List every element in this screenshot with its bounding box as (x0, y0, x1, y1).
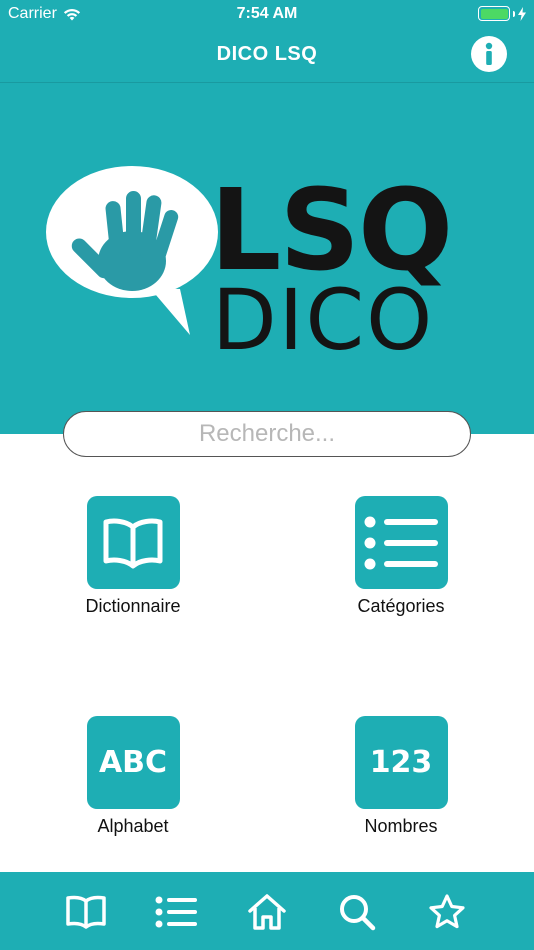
dictionary-tile-icon[interactable] (86, 496, 180, 589)
book-icon (103, 518, 163, 568)
tab-bar (0, 872, 534, 950)
list-icon (364, 516, 438, 569)
navigation-bar: DICO LSQ (0, 28, 534, 83)
book-icon (66, 895, 106, 929)
logo-subtitle: DICO (212, 271, 434, 369)
home-icon (248, 894, 286, 930)
lsq-dico-logo: LSQ DICO (46, 166, 453, 369)
numbers-label: Nombres (364, 816, 438, 836)
star-icon (429, 894, 465, 929)
search-bar (63, 411, 471, 457)
page-title: DICO LSQ (216, 43, 318, 65)
numbers-tile[interactable]: 123 Nombres (321, 716, 481, 837)
tab-search[interactable] (335, 890, 379, 934)
battery-icon (478, 6, 510, 21)
dictionary-tile[interactable]: Dictionnaire (53, 496, 213, 617)
alphabet-tile-icon[interactable]: ABC (86, 716, 180, 809)
numbers-tile-icon[interactable]: 123 (354, 716, 448, 809)
categories-tile[interactable]: Catégories (321, 496, 481, 617)
categories-label: Catégories (357, 596, 445, 616)
charging-icon (518, 6, 526, 21)
hero-banner: LSQ DICO (0, 83, 534, 434)
battery-indicator (478, 6, 526, 21)
categories-tile-icon[interactable] (354, 496, 448, 589)
tab-dictionary[interactable] (64, 890, 108, 934)
numbers-icon: 123 (369, 745, 433, 780)
tab-categories[interactable] (154, 890, 198, 934)
tab-home[interactable] (245, 890, 289, 934)
search-input[interactable] (64, 412, 470, 456)
status-bar: Carrier 7:54 AM (0, 0, 534, 28)
dictionary-label: Dictionnaire (85, 596, 181, 616)
alphabet-label: Alphabet (97, 816, 169, 836)
tab-favorites[interactable] (425, 890, 469, 934)
abc-icon: ABC (98, 745, 168, 780)
clock: 7:54 AM (236, 5, 298, 22)
search-icon (340, 895, 376, 931)
alphabet-tile[interactable]: ABC Alphabet (53, 716, 213, 837)
info-button[interactable] (471, 36, 507, 72)
info-icon (485, 42, 493, 65)
list-icon (155, 896, 197, 928)
